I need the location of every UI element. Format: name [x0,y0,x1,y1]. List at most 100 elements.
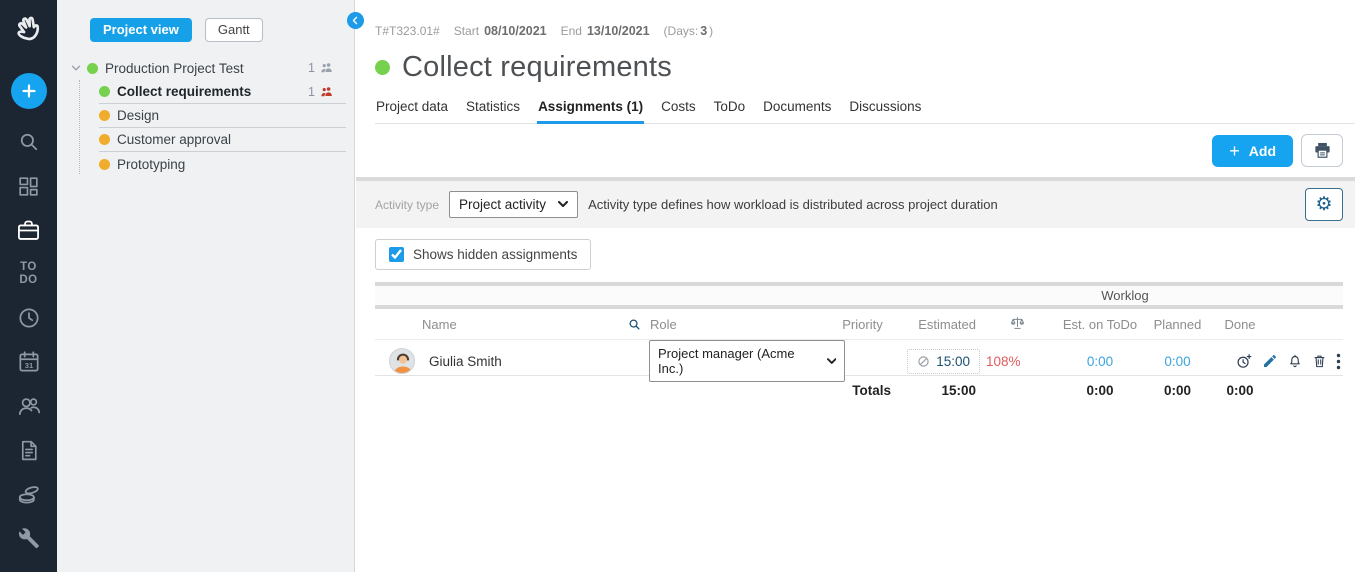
tab-todo[interactable]: ToDo [713,99,747,123]
tab-project-data[interactable]: Project data [375,99,449,123]
tree-item-label: Customer approval [117,132,231,147]
project-tree: Production Project Test 1 Collect requir… [57,56,354,176]
notify-bell-icon[interactable] [1287,353,1303,370]
people-icon [16,393,42,419]
sidebar-item-add[interactable] [0,62,57,120]
sidebar-item-resources[interactable] [0,384,57,428]
todo-icon: TODO [19,261,37,287]
edit-icon[interactable] [1262,353,1278,369]
gear-icon: ⚙ [1315,195,1332,214]
activity-type-select[interactable]: Project activity [449,191,578,218]
gantt-button[interactable]: Gantt [205,18,263,42]
est-on-todo-link[interactable]: 0:00 [1087,354,1113,369]
role-select[interactable]: Project manager (Acme Inc.) [649,340,845,382]
sidebar-item-calendar[interactable]: 31 [0,340,57,384]
totals-estimated: 15:00 [895,383,980,398]
wrench-icon [16,526,41,551]
collapse-panel-button[interactable] [347,12,364,29]
tree-item-label: Prototyping [117,157,185,172]
assignee-count: 1 [308,61,334,75]
settings-button[interactable]: ⚙ [1305,188,1343,221]
sidebar-item-costs[interactable] [0,472,57,516]
coins-icon [16,481,42,507]
chevron-down-icon[interactable] [69,61,83,75]
tree-item-customer-approval[interactable]: Customer approval [99,128,346,152]
worklog-group-header: Worklog [980,288,1270,303]
task-status-dot [375,60,390,75]
status-dot-orange [99,159,110,170]
tab-discussions[interactable]: Discussions [848,99,922,123]
breadcrumb: T#T323.01# Start 08/10/2021 End 13/10/20… [375,24,1343,38]
days-count: (Days:3) [664,24,714,38]
status-dot-green [99,86,110,97]
chevron-left-icon [350,15,361,26]
start-date: 08/10/2021 [484,24,547,38]
tree-item-label: Production Project Test [105,61,244,76]
people-gray-icon [320,62,334,74]
tree-item-collect-requirements[interactable]: Collect requirements 1 [99,80,346,104]
column-header-done: Done [1210,317,1270,332]
print-button[interactable] [1301,134,1343,167]
scales-icon [1009,315,1026,331]
tab-assignments[interactable]: Assignments (1) [537,99,644,124]
page-title: Collect requirements [402,51,672,84]
column-header-estimated: Estimated [895,317,980,332]
hidden-assignments-label: Shows hidden assignments [413,247,577,262]
sidebar-item-projects[interactable] [0,208,57,252]
no-work-icon [917,355,930,368]
assignee-count: 1 [308,85,334,99]
hand-logo-icon [10,12,48,50]
tab-statistics[interactable]: Statistics [465,99,521,123]
sidebar-item-dashboard[interactable] [0,164,57,208]
sidebar-item-todo[interactable]: TODO [0,252,57,296]
add-icon [11,73,47,109]
tree-item-production-project-test[interactable]: Production Project Test 1 [69,56,346,80]
status-dot-orange [99,134,110,145]
column-header-name: Name [375,317,615,332]
hidden-assignments-toggle[interactable]: Shows hidden assignments [375,239,591,270]
tree-item-prototyping[interactable]: Prototyping [99,152,346,176]
project-view-button[interactable]: Project view [90,18,192,42]
project-tree-panel: Project view Gantt Production Project Te… [57,0,355,572]
status-dot-green [87,63,98,74]
search-icon[interactable] [627,317,642,332]
hidden-assignments-checkbox[interactable] [389,247,404,262]
tree-item-label: Collect requirements [117,84,251,99]
add-worklog-icon[interactable] [1236,353,1253,370]
planned-link[interactable]: 0:00 [1164,354,1190,369]
table-header-row: Name Role Priority Estimated Est. on ToD… [375,309,1343,339]
tree-guide-line [79,80,80,174]
main-content: T#T323.01# Start 08/10/2021 End 13/10/20… [356,0,1355,572]
briefcase-icon [15,217,42,244]
assignments-table: Worklog Name Role Priority Estimated Est… [375,282,1343,405]
sidebar-item-documents[interactable] [0,428,57,472]
tab-documents[interactable]: Documents [762,99,832,123]
chevron-down-icon [558,201,568,208]
assignment-row: Giulia Smith Project manager (Acme Inc.)… [375,339,1343,376]
more-options-kebab-icon[interactable] [1336,353,1341,370]
chevron-down-icon [827,358,836,365]
tree-item-design[interactable]: Design [99,104,346,128]
activity-type-help-text: Activity type defines how workload is di… [588,197,998,212]
totals-done: 0:00 [1210,383,1270,398]
app-sidebar: TODO 31 [0,0,57,572]
avatar [389,348,415,374]
column-header-role: Role [650,317,677,332]
plus-icon: + [1229,142,1240,160]
totals-planned: 0:00 [1145,383,1210,398]
document-icon [16,438,41,463]
delete-trash-icon[interactable] [1312,353,1327,369]
tree-item-label: Design [117,108,159,123]
sidebar-item-search[interactable] [0,120,57,164]
search-icon [16,129,42,155]
workload-percent: 108% [980,354,1055,369]
app-logo[interactable] [0,0,57,62]
people-red-icon [320,86,334,98]
column-header-priority: Priority [830,317,895,332]
tab-costs[interactable]: Costs [660,99,697,123]
sidebar-item-worklog[interactable] [0,296,57,340]
estimated-input[interactable]: 15:00 [907,349,980,374]
add-assignment-button[interactable]: + Add [1212,135,1293,167]
clock-icon [16,305,42,331]
sidebar-item-tools[interactable] [0,516,57,560]
